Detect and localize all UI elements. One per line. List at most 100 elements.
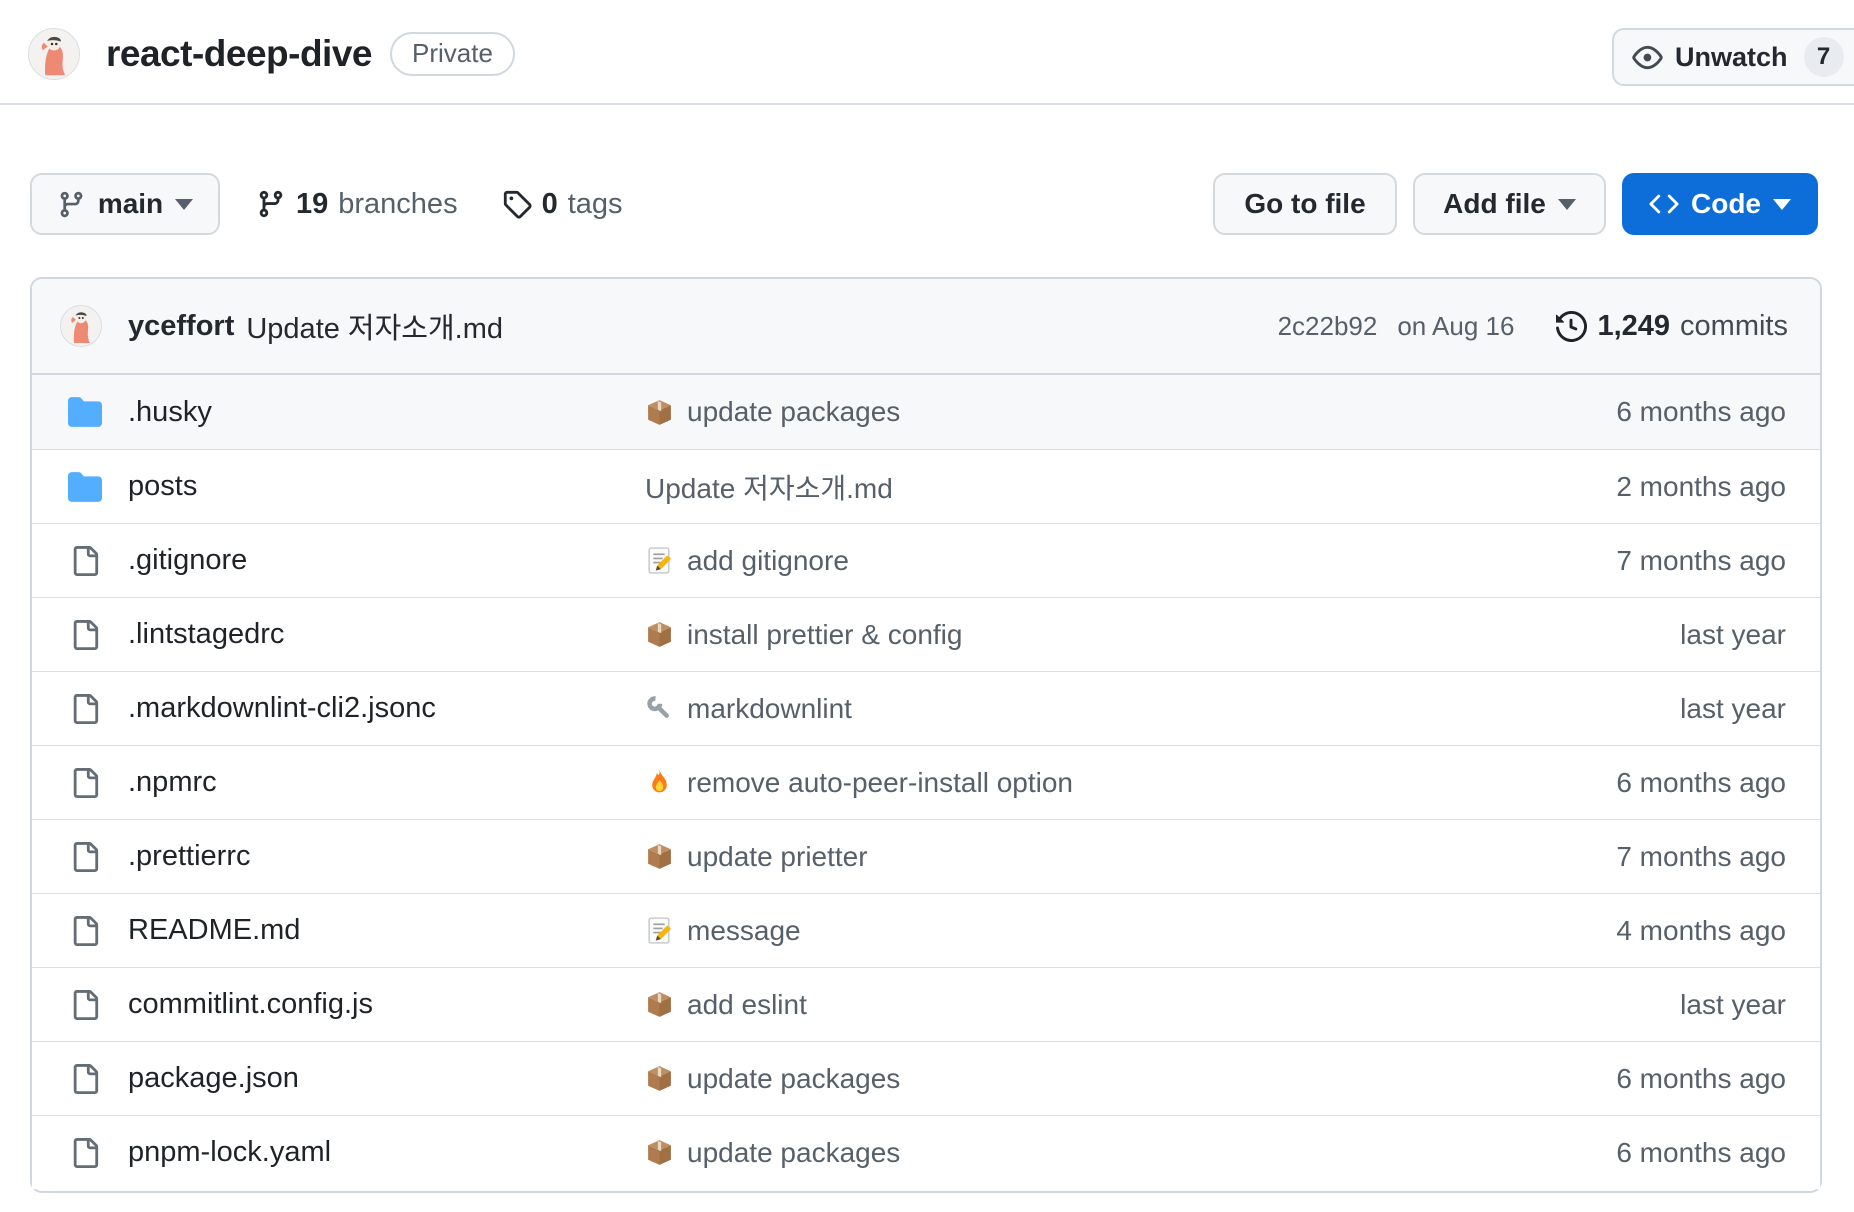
package-icon	[645, 842, 675, 871]
commit-message-cell: add gitignore	[645, 545, 1616, 577]
table-row[interactable]: pnpm-lock.yaml update packages 6 months …	[32, 1115, 1820, 1189]
repo-owner-avatar[interactable]	[28, 28, 80, 80]
file-name-link[interactable]: pnpm-lock.yaml	[128, 1136, 331, 1169]
commit-date: on Aug 16	[1397, 311, 1514, 342]
commit-message-cell: update packages	[645, 1063, 1616, 1095]
git-branch-icon	[57, 190, 86, 219]
row-commit-message[interactable]: update packages	[687, 396, 900, 428]
commit-author-avatar[interactable]	[60, 305, 102, 347]
repo-header: react-deep-dive Private	[28, 22, 1854, 86]
commit-message-cell: update packages	[645, 1137, 1616, 1169]
current-branch-label: main	[98, 188, 163, 220]
table-row[interactable]: README.md message 4 months ago	[32, 893, 1820, 967]
file-name-cell: README.md	[68, 914, 645, 947]
folder-icon	[68, 470, 102, 504]
file-name-link[interactable]: package.json	[128, 1062, 299, 1095]
row-commit-message[interactable]: update packages	[687, 1137, 900, 1169]
page-title[interactable]: react-deep-dive	[106, 33, 372, 75]
file-icon	[68, 620, 102, 650]
file-name-link[interactable]: .lintstagedrc	[128, 618, 284, 651]
memo-icon	[645, 916, 675, 945]
repo-stats: 19 branches 0 tags	[256, 188, 623, 221]
branches-link[interactable]: 19 branches	[256, 188, 458, 221]
file-name-link[interactable]: .npmrc	[128, 766, 217, 799]
row-commit-message[interactable]: Update 저자소개.md	[645, 467, 893, 507]
file-name-link[interactable]: commitlint.config.js	[128, 988, 373, 1021]
commit-age: 6 months ago	[1616, 396, 1786, 428]
file-rows: .husky update packages 6 months ago post…	[32, 375, 1820, 1189]
file-name-cell: .lintstagedrc	[68, 618, 645, 651]
commit-message-cell: markdownlint	[645, 693, 1680, 725]
visibility-badge: Private	[390, 32, 515, 76]
commit-message-cell: message	[645, 915, 1616, 947]
commit-age: 7 months ago	[1616, 841, 1786, 873]
row-commit-message[interactable]: add gitignore	[687, 545, 849, 577]
file-icon	[68, 546, 102, 576]
avatar-illustration	[29, 29, 79, 79]
file-table: yceffort Update 저자소개.md 2c22b92 on Aug 1…	[30, 277, 1822, 1193]
file-name-cell: package.json	[68, 1062, 645, 1095]
commit-age: 2 months ago	[1616, 471, 1786, 503]
file-name-cell: .prettierrc	[68, 840, 645, 873]
file-name-link[interactable]: README.md	[128, 914, 300, 947]
table-row[interactable]: package.json update packages 6 months ag…	[32, 1041, 1820, 1115]
commit-age: 6 months ago	[1616, 1137, 1786, 1169]
table-row[interactable]: commitlint.config.js add eslint last yea…	[32, 967, 1820, 1041]
commit-age: 7 months ago	[1616, 545, 1786, 577]
row-commit-message[interactable]: message	[687, 915, 801, 947]
package-icon	[645, 1138, 675, 1167]
unwatch-button[interactable]: Unwatch 7	[1612, 28, 1854, 86]
file-name-link[interactable]: .husky	[128, 396, 212, 429]
file-name-link[interactable]: posts	[128, 470, 197, 503]
file-name-cell: .husky	[68, 395, 645, 429]
commit-age: last year	[1680, 619, 1786, 651]
go-to-file-label: Go to file	[1244, 188, 1365, 220]
table-row[interactable]: .markdownlint-cli2.jsonc markdownlint la…	[32, 671, 1820, 745]
commit-message-cell: add eslint	[645, 989, 1680, 1021]
tags-count: 0	[542, 188, 558, 221]
commit-message-cell: Update 저자소개.md	[645, 467, 1616, 507]
table-row[interactable]: .gitignore add gitignore 7 months ago	[32, 523, 1820, 597]
row-commit-message[interactable]: markdownlint	[687, 693, 852, 725]
file-name-cell: pnpm-lock.yaml	[68, 1136, 645, 1169]
table-row[interactable]: .lintstagedrc install prettier & config …	[32, 597, 1820, 671]
latest-commit-message[interactable]: Update 저자소개.md	[246, 305, 503, 347]
row-commit-message[interactable]: update prietter	[687, 841, 868, 873]
file-name-cell: .markdownlint-cli2.jsonc	[68, 692, 645, 725]
table-row[interactable]: .npmrc remove auto-peer-install option 6…	[32, 745, 1820, 819]
commits-count: 1,249	[1597, 310, 1670, 343]
table-row[interactable]: posts Update 저자소개.md 2 months ago	[32, 449, 1820, 523]
commit-age: 6 months ago	[1616, 1063, 1786, 1095]
eye-icon	[1632, 42, 1663, 73]
package-icon	[645, 1064, 675, 1093]
chevron-down-icon	[1773, 199, 1791, 210]
branch-selector-button[interactable]: main	[30, 173, 220, 235]
file-icon	[68, 1138, 102, 1168]
header-divider	[0, 103, 1854, 105]
file-name-link[interactable]: .markdownlint-cli2.jsonc	[128, 692, 436, 725]
git-branch-icon	[256, 189, 286, 219]
row-commit-message[interactable]: remove auto-peer-install option	[687, 767, 1073, 799]
commit-author[interactable]: yceffort	[128, 310, 234, 343]
file-icon	[68, 1064, 102, 1094]
commit-age: 6 months ago	[1616, 767, 1786, 799]
commit-sha[interactable]: 2c22b92	[1278, 311, 1378, 342]
package-icon	[645, 398, 675, 427]
file-name-link[interactable]: .prettierrc	[128, 840, 250, 873]
table-row[interactable]: .prettierrc update prietter 7 months ago	[32, 819, 1820, 893]
tags-link[interactable]: 0 tags	[502, 188, 623, 221]
row-commit-message[interactable]: install prettier & config	[687, 619, 962, 651]
row-commit-message[interactable]: add eslint	[687, 989, 807, 1021]
row-commit-message[interactable]: update packages	[687, 1063, 900, 1095]
commits-history-link[interactable]: 1,249 commits	[1556, 310, 1788, 343]
code-button-label: Code	[1691, 188, 1761, 220]
commit-message-cell: install prettier & config	[645, 619, 1680, 651]
file-name-link[interactable]: .gitignore	[128, 544, 247, 577]
commits-count-label: commits	[1680, 310, 1788, 343]
file-name-cell: commitlint.config.js	[68, 988, 645, 1021]
add-file-label: Add file	[1443, 188, 1546, 220]
add-file-button[interactable]: Add file	[1413, 173, 1606, 235]
go-to-file-button[interactable]: Go to file	[1213, 173, 1397, 235]
table-row[interactable]: .husky update packages 6 months ago	[32, 375, 1820, 449]
code-button[interactable]: Code	[1622, 173, 1818, 235]
